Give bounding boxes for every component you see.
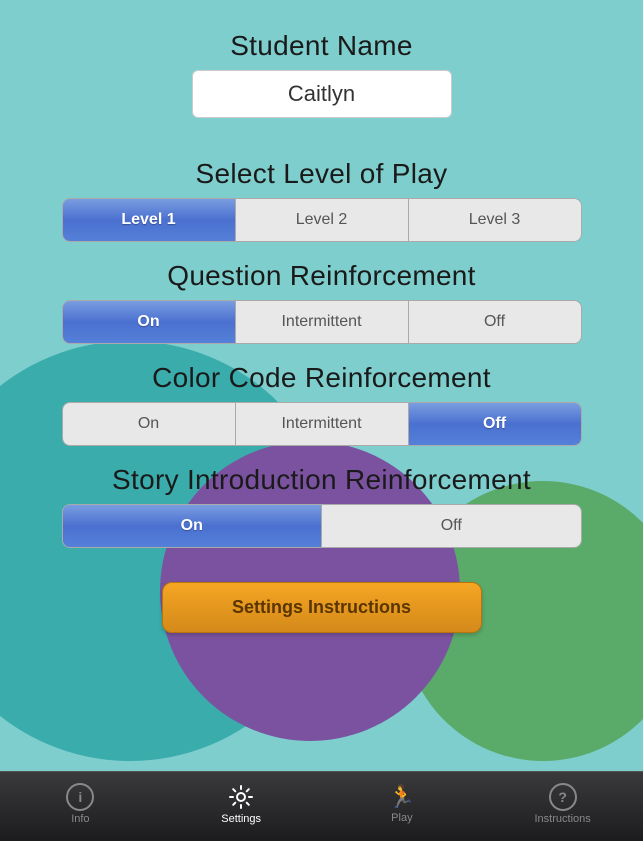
tab-settings-label: Settings (221, 813, 261, 825)
question-off-button[interactable]: Off (409, 301, 581, 343)
instructions-icon: ? (549, 783, 577, 811)
question-on-button[interactable]: On (63, 301, 236, 343)
tab-bar: i Info Settings 🏃 Play ? Instructions (0, 771, 643, 841)
question-intermittent-button[interactable]: Intermittent (236, 301, 409, 343)
level-segmented-control: Level 1 Level 2 Level 3 (62, 198, 582, 242)
story-intro-control: On Off (62, 504, 582, 548)
color-intermittent-button[interactable]: Intermittent (236, 403, 409, 445)
tab-info[interactable]: i Info (0, 783, 161, 831)
student-name-input[interactable] (192, 70, 452, 118)
settings-instructions-button[interactable]: Settings Instructions (162, 582, 482, 633)
tab-play-label: Play (391, 812, 412, 824)
settings-icon (227, 783, 255, 811)
story-intro-label: Story Introduction Reinforcement (112, 464, 531, 496)
color-on-button[interactable]: On (63, 403, 236, 445)
question-reinforcement-control: On Intermittent Off (62, 300, 582, 344)
story-intro-section: Story Introduction Reinforcement On Off (40, 464, 603, 548)
level-of-play-label: Select Level of Play (196, 158, 448, 190)
play-icon: 🏃 (388, 784, 415, 810)
color-off-button[interactable]: Off (409, 403, 581, 445)
tab-info-label: Info (71, 813, 89, 825)
tab-settings[interactable]: Settings (161, 783, 322, 831)
student-name-label: Student Name (230, 30, 413, 62)
main-content: Student Name Select Level of Play Level … (0, 0, 643, 633)
question-reinforcement-section: Question Reinforcement On Intermittent O… (40, 260, 603, 344)
color-code-control: On Intermittent Off (62, 402, 582, 446)
level-2-button[interactable]: Level 2 (236, 199, 409, 241)
level-3-button[interactable]: Level 3 (409, 199, 581, 241)
color-code-section: Color Code Reinforcement On Intermittent… (40, 362, 603, 446)
level-1-button[interactable]: Level 1 (63, 199, 236, 241)
color-code-label: Color Code Reinforcement (152, 362, 491, 394)
tab-play[interactable]: 🏃 Play (322, 784, 483, 830)
story-off-button[interactable]: Off (322, 505, 581, 547)
tab-instructions-label: Instructions (535, 813, 591, 825)
level-of-play-section: Select Level of Play Level 1 Level 2 Lev… (40, 158, 603, 242)
question-reinforcement-label: Question Reinforcement (167, 260, 476, 292)
student-name-section: Student Name (40, 30, 603, 140)
info-icon: i (66, 783, 94, 811)
story-on-button[interactable]: On (63, 505, 323, 547)
tab-instructions[interactable]: ? Instructions (482, 783, 643, 831)
